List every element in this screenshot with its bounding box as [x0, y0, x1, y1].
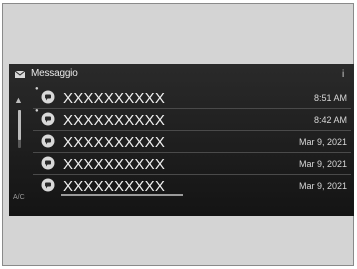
unread-marker: ●	[35, 108, 39, 114]
message-row[interactable]: XXXXXXXXXX Mar 9, 2021	[33, 153, 351, 175]
message-bubble-icon	[41, 90, 55, 104]
up-arrow-icon[interactable]: ▲	[14, 95, 23, 105]
header: Messaggio i	[9, 64, 354, 86]
message-sender: XXXXXXXXXX	[63, 112, 166, 129]
message-time: 8:51 AM	[313, 93, 347, 103]
message-time: Mar 9, 2021	[298, 159, 347, 169]
message-time: 8:42 AM	[313, 115, 347, 125]
message-bubble-icon	[41, 134, 55, 148]
message-sender: XXXXXXXXXX	[63, 134, 166, 151]
info-icon[interactable]: i	[342, 69, 344, 80]
selection-underline	[61, 194, 183, 196]
message-list: ● XXXXXXXXXX 8:51 AM ● XXXXXXXXXX 8:42 A…	[33, 86, 351, 196]
message-sender: XXXXXXXXXX	[63, 178, 166, 195]
message-time: Mar 9, 2021	[298, 181, 347, 191]
scroll-sidebar: ▲ A/C	[9, 86, 31, 216]
message-sender: XXXXXXXXXX	[63, 90, 166, 107]
message-row[interactable]: XXXXXXXXXX Mar 9, 2021	[33, 175, 351, 196]
message-bubble-icon	[41, 156, 55, 170]
ac-label: A/C	[13, 194, 25, 201]
message-row[interactable]: ● XXXXXXXXXX 8:51 AM	[33, 86, 351, 109]
envelope-icon	[15, 71, 25, 78]
messages-screen: Messaggio i ▲ A/C ● XXXXXXXXXX 8:51 AM ●	[9, 64, 354, 216]
message-row[interactable]: ● XXXXXXXXXX 8:42 AM	[33, 108, 351, 131]
message-bubble-icon	[41, 112, 55, 126]
scrollbar-thumb[interactable]	[18, 110, 21, 140]
message-sender: XXXXXXXXXX	[63, 156, 166, 173]
unread-marker: ●	[35, 86, 39, 92]
message-time: Mar 9, 2021	[298, 137, 347, 147]
message-row[interactable]: XXXXXXXXXX Mar 9, 2021	[33, 131, 351, 153]
message-bubble-icon	[41, 178, 55, 192]
page-title: Messaggio	[31, 68, 78, 79]
